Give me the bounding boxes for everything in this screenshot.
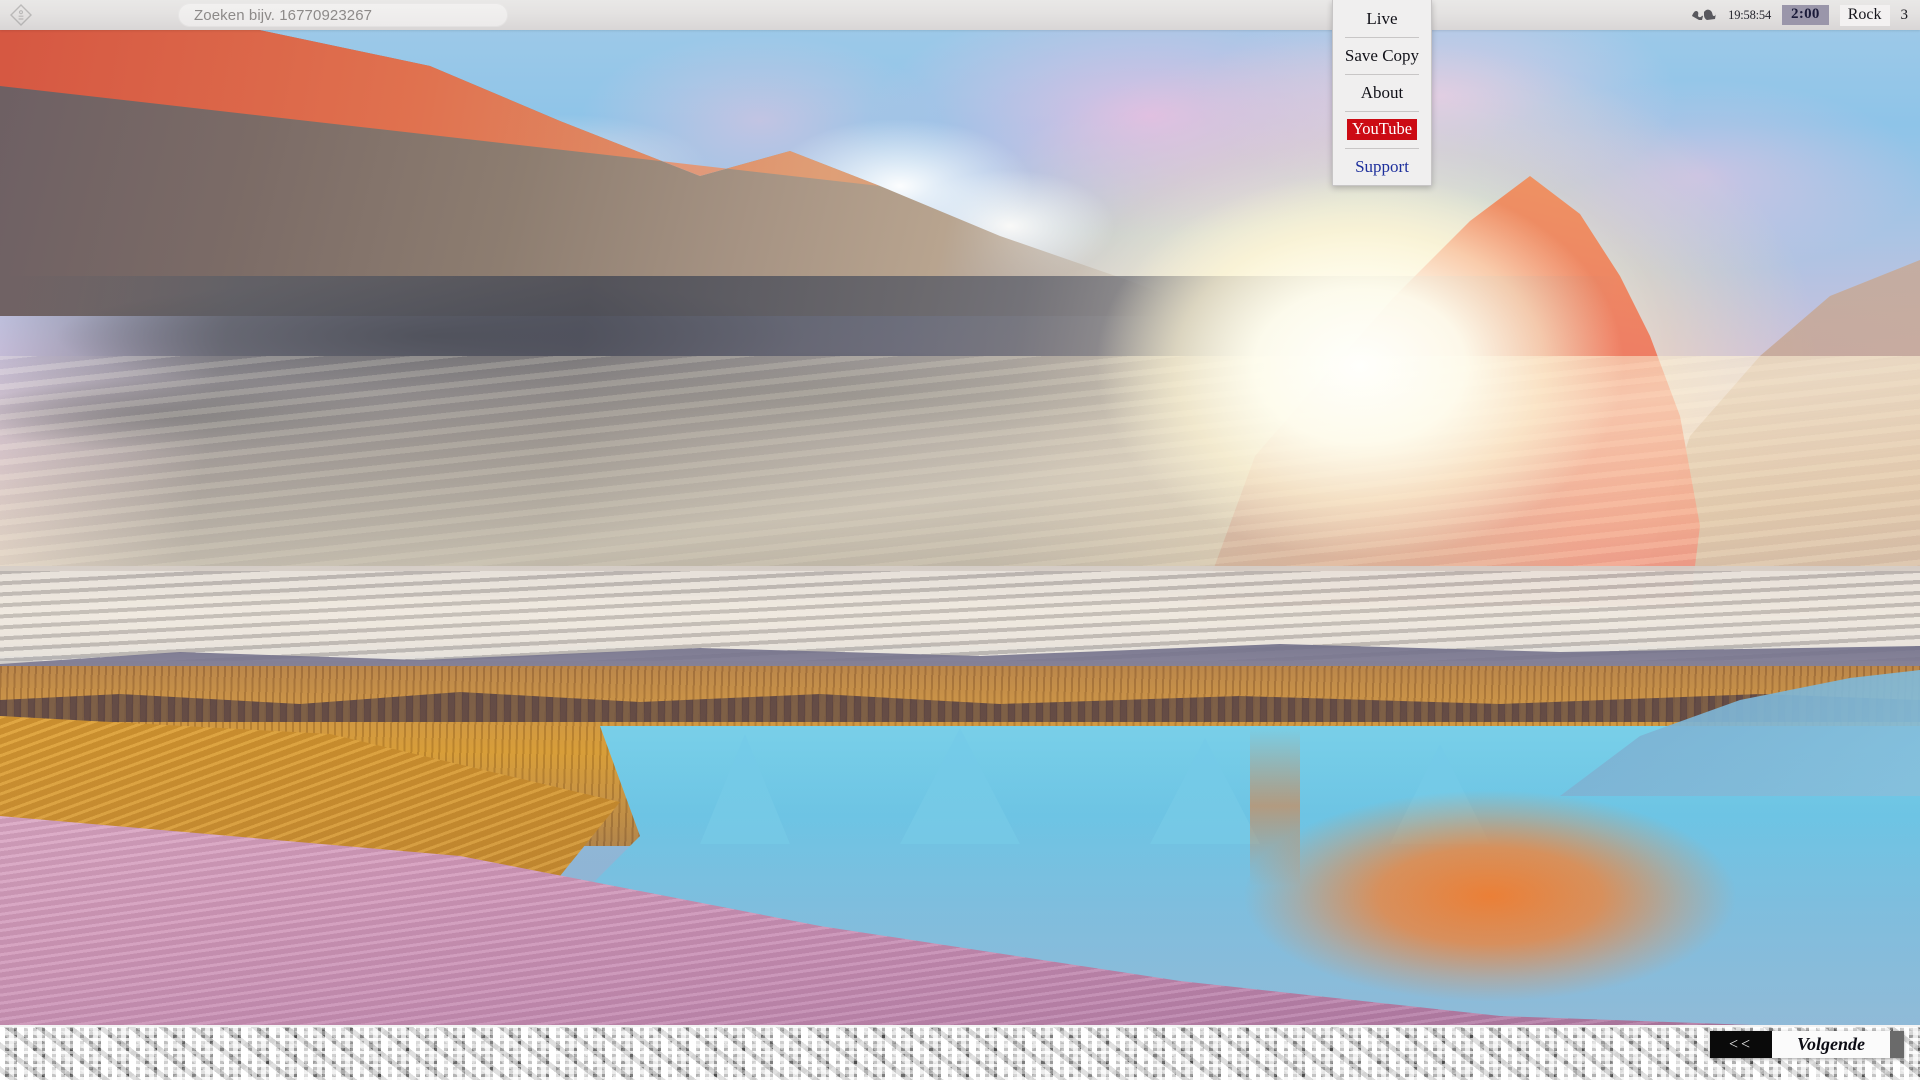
menu-item-about[interactable]: About <box>1333 74 1431 111</box>
top-toolbar: Zoeken bijv. 16770923267 19:58:54 2:00 R… <box>0 0 1920 30</box>
menu-item-label: Live <box>1366 8 1398 28</box>
menu-item-label: Support <box>1355 156 1409 176</box>
menu-item-label: YouTube <box>1346 118 1418 141</box>
clock-time: 19:58:54 <box>1728 7 1772 22</box>
timer-badge[interactable]: 2:00 <box>1782 5 1829 25</box>
glitch-top-divider <box>0 1025 1920 1027</box>
corrupted-scanline-strip <box>0 1025 1920 1080</box>
genre-badge[interactable]: Rock <box>1839 4 1890 26</box>
low-cloud-band <box>0 571 1920 661</box>
item-count: 3 <box>1900 6 1909 23</box>
diamond-home-icon[interactable] <box>0 0 42 30</box>
glitch-band-4 <box>0 1025 1920 1080</box>
menu-item-label: About <box>1360 82 1404 102</box>
previous-button[interactable]: << <box>1710 1031 1772 1058</box>
status-cluster: 19:58:54 2:00 Rock 3 <box>1691 0 1910 30</box>
sun-glare-layer <box>0 166 1920 586</box>
menu-item-label: Save Copy <box>1344 45 1420 65</box>
menu-item-save-copy[interactable]: Save Copy <box>1333 37 1431 74</box>
dropdown-menu[interactable]: Live Save Copy About YouTube Support <box>1332 0 1432 186</box>
menu-item-support[interactable]: Support <box>1333 148 1431 185</box>
next-button[interactable]: Volgende <box>1772 1031 1890 1058</box>
menu-item-youtube[interactable]: YouTube <box>1333 111 1431 148</box>
bottom-navigation: << Volgende <box>1710 1031 1904 1058</box>
media-viewport[interactable] <box>0 26 1920 1025</box>
search-input[interactable]: Zoeken bijv. 16770923267 <box>178 3 508 27</box>
menu-item-live[interactable]: Live <box>1333 0 1431 37</box>
app-window: Zoeken bijv. 16770923267 19:58:54 2:00 R… <box>0 0 1920 1080</box>
world-globe-icon[interactable] <box>1691 7 1717 23</box>
nav-end-cap <box>1890 1031 1904 1058</box>
